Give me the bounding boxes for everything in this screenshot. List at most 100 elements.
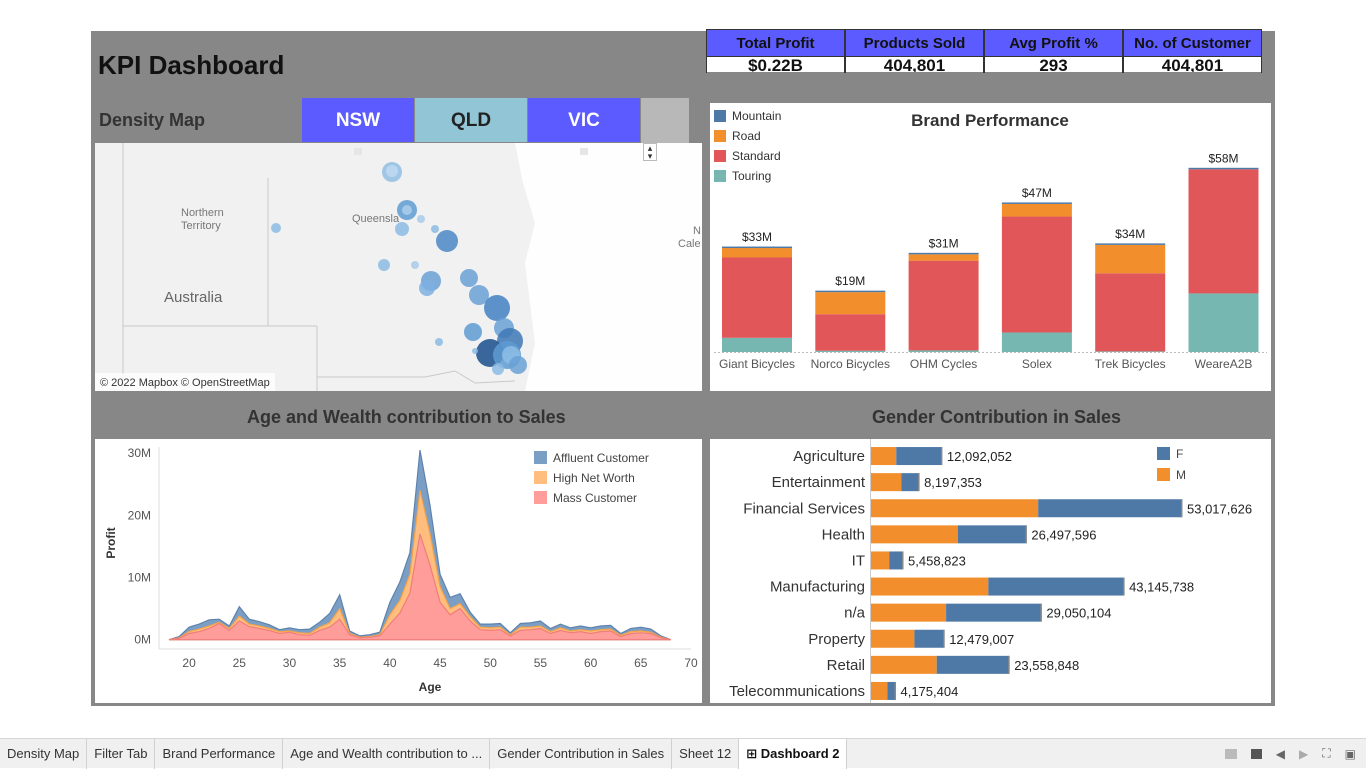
map-attribution: © 2022 Mapbox © OpenStreetMap [100, 377, 270, 389]
age-y-tick: 0M [134, 633, 151, 647]
gender-bar-m [871, 525, 958, 544]
gender-bar-end [902, 551, 904, 570]
brand-bar-segment [908, 350, 979, 352]
kpi-products-sold: Products Sold 404,801 [845, 29, 984, 73]
gender-bar-m [871, 655, 937, 674]
legend-label: Touring [732, 169, 771, 183]
legend-swatch [714, 110, 726, 122]
brand-bar-segment [815, 314, 886, 351]
brand-bar-segment [1095, 273, 1166, 352]
age-x-tick: 55 [534, 656, 548, 670]
gender-legend-label: M [1176, 468, 1186, 482]
brand-bar-mountain [1001, 202, 1072, 204]
gender-legend-swatch [1157, 447, 1170, 460]
tab-sheet-12[interactable]: Sheet 12 [672, 739, 740, 769]
state-filter-qld[interactable]: QLD [415, 98, 527, 142]
age-legend-label: Mass Customer [553, 491, 637, 505]
kpi-avg-profit: Avg Profit % 293 [984, 29, 1123, 73]
map-scroll-arrows-icon[interactable]: ▴ ▾ [643, 143, 657, 161]
tab-dashboard-2[interactable]: ⊞ Dashboard 2 [739, 739, 848, 769]
age-legend-swatch [534, 451, 547, 464]
gender-bar-f [957, 525, 1027, 544]
page-title: KPI Dashboard [98, 50, 285, 80]
age-y-tick: 20M [128, 508, 151, 522]
gender-total-label: 12,479,007 [949, 632, 1014, 647]
gender-category-label: Telecommunications [729, 683, 865, 700]
brand-bar-mountain [1095, 243, 1166, 245]
gender-total-label: 53,017,626 [1187, 501, 1252, 516]
gender-bar-m [871, 499, 1039, 518]
age-legend-label: Affluent Customer [553, 451, 649, 465]
state-filter-nsw[interactable]: NSW [302, 98, 414, 142]
age-x-tick: 50 [484, 656, 498, 670]
sheet-tabs: Density Map Filter Tab Brand Performance… [0, 738, 1366, 769]
tab-dashboard-2-label: Dashboard 2 [760, 746, 840, 761]
gender-category-label: Health [822, 526, 865, 543]
gender-bar-f [887, 681, 896, 700]
kpi-total-profit: Total Profit $0.22B [706, 29, 845, 73]
age-x-tick: 35 [333, 656, 347, 670]
legend-label: Mountain [732, 109, 781, 123]
age-x-tick: 65 [634, 656, 648, 670]
brand-bar-segment [1001, 216, 1072, 333]
brand-bar-segment [815, 350, 886, 352]
gender-bar-f [936, 655, 1010, 674]
brand-bar-segment [1001, 203, 1072, 217]
prev-icon[interactable]: ◀ [1276, 747, 1285, 761]
map-label-nc: N [693, 225, 701, 237]
age-legend-label: High Net Worth [553, 471, 635, 485]
gender-bar-end [1025, 525, 1027, 544]
brand-category-label: Solex [1022, 357, 1052, 371]
brand-bar-segment [1188, 169, 1259, 294]
brand-bar-segment [722, 337, 792, 352]
tab-filter[interactable]: Filter Tab [87, 739, 156, 769]
gender-bar-m [871, 473, 902, 492]
gender-title: Gender Contribution in Sales [872, 407, 1122, 427]
next-icon[interactable]: ▶ [1299, 747, 1308, 761]
gender-bar-end [1123, 577, 1125, 596]
gender-bar-end [894, 681, 896, 700]
gender-category-label: Entertainment [772, 474, 866, 491]
brand-category-label: Trek Bicycles [1095, 357, 1166, 371]
fullscreen-icon[interactable]: ⛶ [1322, 746, 1330, 761]
gender-bar-end [943, 629, 945, 648]
age-x-tick: 40 [383, 656, 397, 670]
brand-chart-title: Brand Performance [911, 111, 1069, 130]
tab-density-map[interactable]: Density Map [0, 739, 88, 769]
density-map[interactable]: Northern Territory Queensla Australia N … [95, 143, 702, 391]
brand-bar-segment [1188, 293, 1259, 352]
gender-bar-m [871, 577, 989, 596]
gender-bar-end [918, 473, 920, 492]
state-filter-vic[interactable]: VIC [528, 98, 640, 142]
kpi-table: Total Profit $0.22B Products Sold 404,80… [706, 29, 1263, 73]
gender-total-label: 29,050,104 [1046, 606, 1111, 621]
brand-chart-svg: Brand Performance Mountain Road Standard Tou… [714, 109, 1267, 371]
tab-age-wealth[interactable]: Age and Wealth contribution to ... [283, 739, 491, 769]
gender-bar-f [946, 603, 1042, 622]
present-icon[interactable]: ▣ [1345, 747, 1356, 761]
single-view-icon[interactable] [1250, 748, 1262, 759]
tab-gender-contribution[interactable]: Gender Contribution in Sales [490, 739, 673, 769]
tab-brand-performance[interactable]: Brand Performance [155, 739, 284, 769]
grid-view-icon[interactable] [1224, 748, 1237, 759]
age-wealth-title: Age and Wealth contribution to Sales [247, 407, 566, 427]
gender-total-label: 43,145,738 [1129, 580, 1194, 595]
legend-label: Road [732, 129, 761, 143]
gender-bar-m [871, 629, 915, 648]
kpi-label: Total Profit [707, 29, 844, 57]
gender-bar-m [871, 603, 947, 622]
brand-bar-segment [908, 254, 979, 261]
age-wealth-chart: 0M 10M 20M 30M 20 25 30 35 40 45 50 55 60 65 70 Age Prof… [95, 439, 702, 703]
map-canvas: Northern Territory Queensla Australia N … [95, 143, 702, 391]
gender-bar-m [871, 681, 888, 700]
gender-category-label: Property [808, 631, 865, 648]
age-y-label: Profit [104, 527, 118, 558]
brand-bar-segment [722, 248, 792, 258]
brand-bar-segment [1095, 351, 1166, 352]
age-x-tick: 70 [684, 656, 698, 670]
age-x-tick: 45 [433, 656, 447, 670]
brand-performance-chart: Brand Performance Mountain Road Standard Tou… [710, 103, 1271, 391]
gender-total-label: 5,458,823 [908, 553, 966, 568]
gender-legend-label: F [1176, 447, 1183, 461]
gender-category-label: Agriculture [793, 448, 865, 465]
